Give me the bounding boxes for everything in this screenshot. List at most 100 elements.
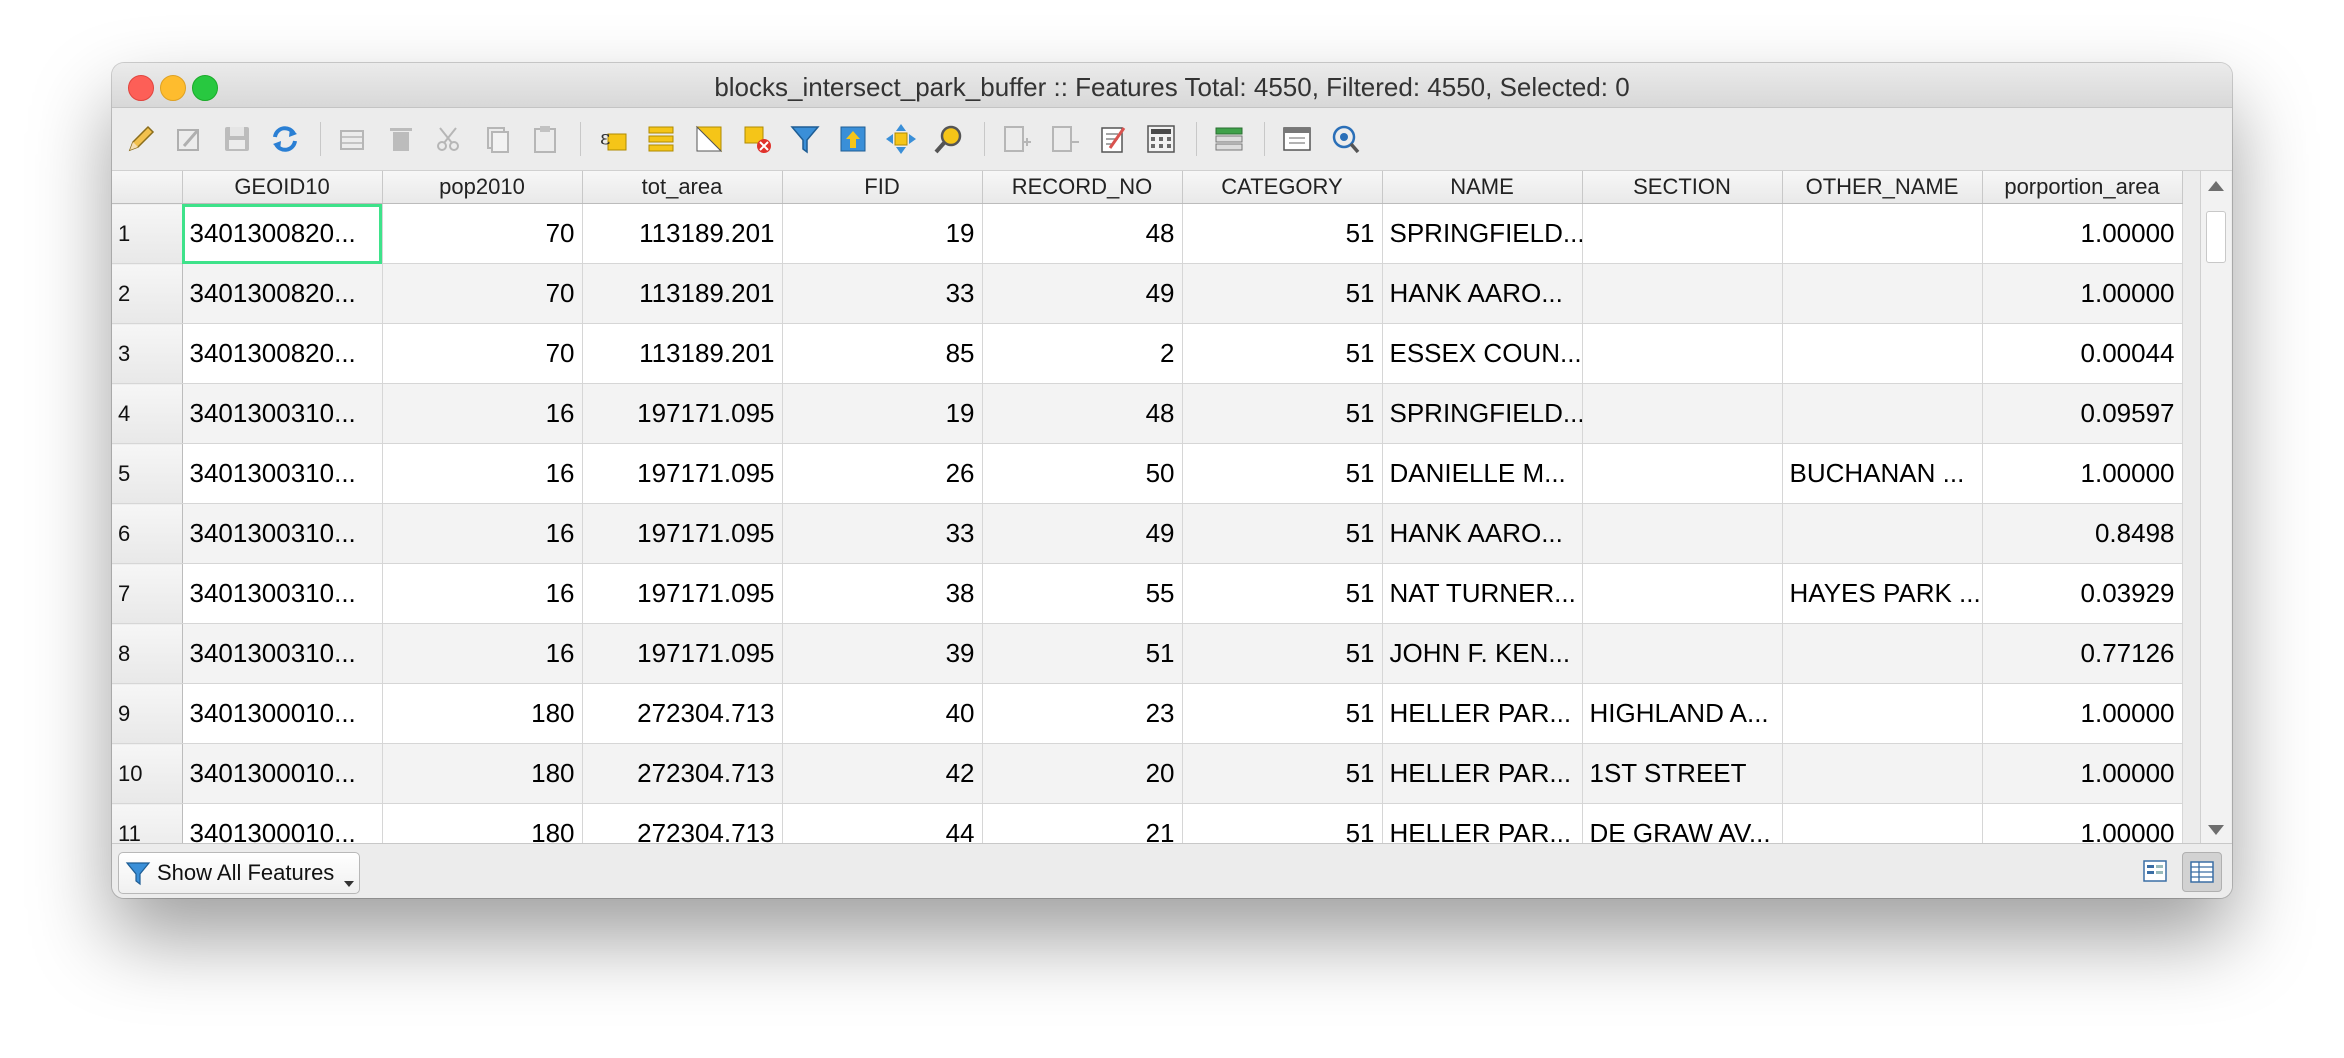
table-cell[interactable]: 20	[982, 743, 1183, 804]
table-cell[interactable]: 48	[982, 203, 1183, 264]
table-cell[interactable]: 1ST STREET	[1582, 743, 1783, 804]
table-row[interactable]: 9 3401300010... 180 272304.713 40 23 51 …	[112, 683, 2183, 744]
table-cell[interactable]: 51	[982, 623, 1183, 684]
paste-icon[interactable]	[526, 120, 564, 158]
table-cell[interactable]: 16	[382, 503, 583, 564]
table-cell[interactable]	[1582, 323, 1783, 384]
table-cell[interactable]: 23	[982, 683, 1183, 744]
table-cell[interactable]: 85	[782, 323, 983, 384]
table-cell[interactable]: 197171.095	[582, 383, 783, 444]
table-cell[interactable]	[1782, 263, 1983, 324]
table-cell[interactable]: 16	[382, 563, 583, 624]
table-cell[interactable]: 3401300310...	[182, 383, 383, 444]
table-cell[interactable]	[1782, 743, 1983, 804]
scroll-up-icon[interactable]	[2208, 181, 2224, 191]
table-cell[interactable]: JOHN F. KEN...	[1382, 623, 1583, 684]
table-cell[interactable]: 113189.201	[582, 263, 783, 324]
row-number[interactable]: 9	[112, 683, 183, 744]
new-field-icon[interactable]	[998, 120, 1036, 158]
table-cell[interactable]: HANK AARO...	[1382, 503, 1583, 564]
table-cell[interactable]: HELLER PAR...	[1382, 743, 1583, 804]
column-header[interactable]: pop2010	[382, 171, 583, 204]
row-number[interactable]: 5	[112, 443, 183, 504]
table-cell[interactable]: 1.00000	[1982, 683, 2183, 744]
copy-icon[interactable]	[478, 120, 516, 158]
multi-edit-icon[interactable]	[170, 120, 208, 158]
dock-table-icon[interactable]	[1278, 120, 1316, 158]
delete-field-icon[interactable]	[1046, 120, 1084, 158]
table-cell[interactable]: 42	[782, 743, 983, 804]
add-feature-icon[interactable]	[334, 120, 372, 158]
table-cell[interactable]	[1582, 383, 1783, 444]
save-edits-icon[interactable]	[218, 120, 256, 158]
table-cell[interactable]: 197171.095	[582, 623, 783, 684]
toggle-editing-icon[interactable]	[122, 120, 160, 158]
table-cell[interactable]: 1.00000	[1982, 263, 2183, 324]
scroll-down-icon[interactable]	[2208, 825, 2224, 835]
table-cell[interactable]: 51	[1182, 683, 1383, 744]
table-cell[interactable]: SPRINGFIELD...	[1382, 203, 1583, 264]
table-cell[interactable]: 3401300310...	[182, 443, 383, 504]
table-cell[interactable]: 55	[982, 563, 1183, 624]
select-by-expression-icon[interactable]: ε	[594, 120, 632, 158]
vertical-scrollbar[interactable]	[2200, 171, 2231, 843]
table-row[interactable]: 2 3401300820... 70 113189.201 33 49 51 H…	[112, 263, 2183, 324]
table-cell[interactable]: 2	[982, 323, 1183, 384]
table-cell[interactable]: 3401300310...	[182, 623, 383, 684]
zoom-to-selected-icon[interactable]	[930, 120, 968, 158]
table-cell[interactable]: 39	[782, 623, 983, 684]
table-cell[interactable]	[1582, 623, 1783, 684]
column-header[interactable]: GEOID10	[182, 171, 383, 204]
table-row[interactable]: 1 3401300820... 70 113189.201 19 48 51 S…	[112, 203, 2183, 264]
table-cell[interactable]: 26	[782, 443, 983, 504]
show-all-features-dropdown[interactable]: Show All Features	[118, 852, 360, 894]
table-cell[interactable]: HELLER PAR...	[1382, 683, 1583, 744]
table-row[interactable]: 8 3401300310... 16 197171.095 39 51 51 J…	[112, 623, 2183, 684]
table-cell[interactable]: 51	[1182, 743, 1383, 804]
table-row[interactable]: 4 3401300310... 16 197171.095 19 48 51 S…	[112, 383, 2183, 444]
filter-select-icon[interactable]	[786, 120, 824, 158]
table-row[interactable]: 7 3401300310... 16 197171.095 38 55 51 N…	[112, 563, 2183, 624]
table-cell[interactable]: 113189.201	[582, 203, 783, 264]
row-number[interactable]: 10	[112, 743, 183, 804]
select-all-icon[interactable]	[642, 120, 680, 158]
scrollbar-thumb[interactable]	[2206, 211, 2226, 263]
reload-table-icon[interactable]	[266, 120, 304, 158]
table-cell[interactable]: 197171.095	[582, 503, 783, 564]
table-cell[interactable]: DANIELLE M...	[1382, 443, 1583, 504]
pan-to-selected-icon[interactable]	[882, 120, 920, 158]
table-cell[interactable]: 16	[382, 443, 583, 504]
table-cell[interactable]: HIGHLAND A...	[1582, 683, 1783, 744]
table-cell[interactable]: HANK AARO...	[1382, 263, 1583, 324]
table-cell[interactable]	[1782, 203, 1983, 264]
row-number[interactable]: 8	[112, 623, 183, 684]
table-cell[interactable]	[1582, 263, 1783, 324]
table-cell[interactable]: 272304.713	[582, 683, 783, 744]
table-cell[interactable]: 3401300310...	[182, 563, 383, 624]
move-selection-to-top-icon[interactable]	[834, 120, 872, 158]
field-calculator-icon[interactable]	[1142, 120, 1180, 158]
table-cell[interactable]	[1582, 443, 1783, 504]
table-cell[interactable]: 3401300820...	[182, 263, 383, 324]
table-cell[interactable]: 51	[1182, 263, 1383, 324]
table-cell[interactable]: NAT TURNER...	[1382, 563, 1583, 624]
title-bar[interactable]: blocks_intersect_park_buffer :: Features…	[112, 63, 2232, 108]
table-cell[interactable]: 51	[1182, 503, 1383, 564]
table-cell[interactable]: 197171.095	[582, 443, 783, 504]
table-cell[interactable]: BUCHANAN ...	[1782, 443, 1983, 504]
invert-selection-icon[interactable]	[690, 120, 728, 158]
table-cell[interactable]: 19	[782, 383, 983, 444]
table-cell[interactable]: 70	[382, 323, 583, 384]
table-cell[interactable]	[1582, 503, 1783, 564]
form-view-button[interactable]	[2136, 852, 2174, 890]
table-cell[interactable]	[1782, 623, 1983, 684]
row-number[interactable]: 4	[112, 383, 183, 444]
table-cell[interactable]: 1.00000	[1982, 743, 2183, 804]
organize-columns-icon[interactable]	[1210, 120, 1248, 158]
table-cell[interactable]	[1582, 203, 1783, 264]
table-cell[interactable]: 3401300310...	[182, 503, 383, 564]
column-header[interactable]: SECTION	[1582, 171, 1783, 204]
table-cell[interactable]: 0.09597	[1982, 383, 2183, 444]
table-cell[interactable]	[1782, 503, 1983, 564]
table-cell[interactable]: 3401300820...	[182, 323, 383, 384]
